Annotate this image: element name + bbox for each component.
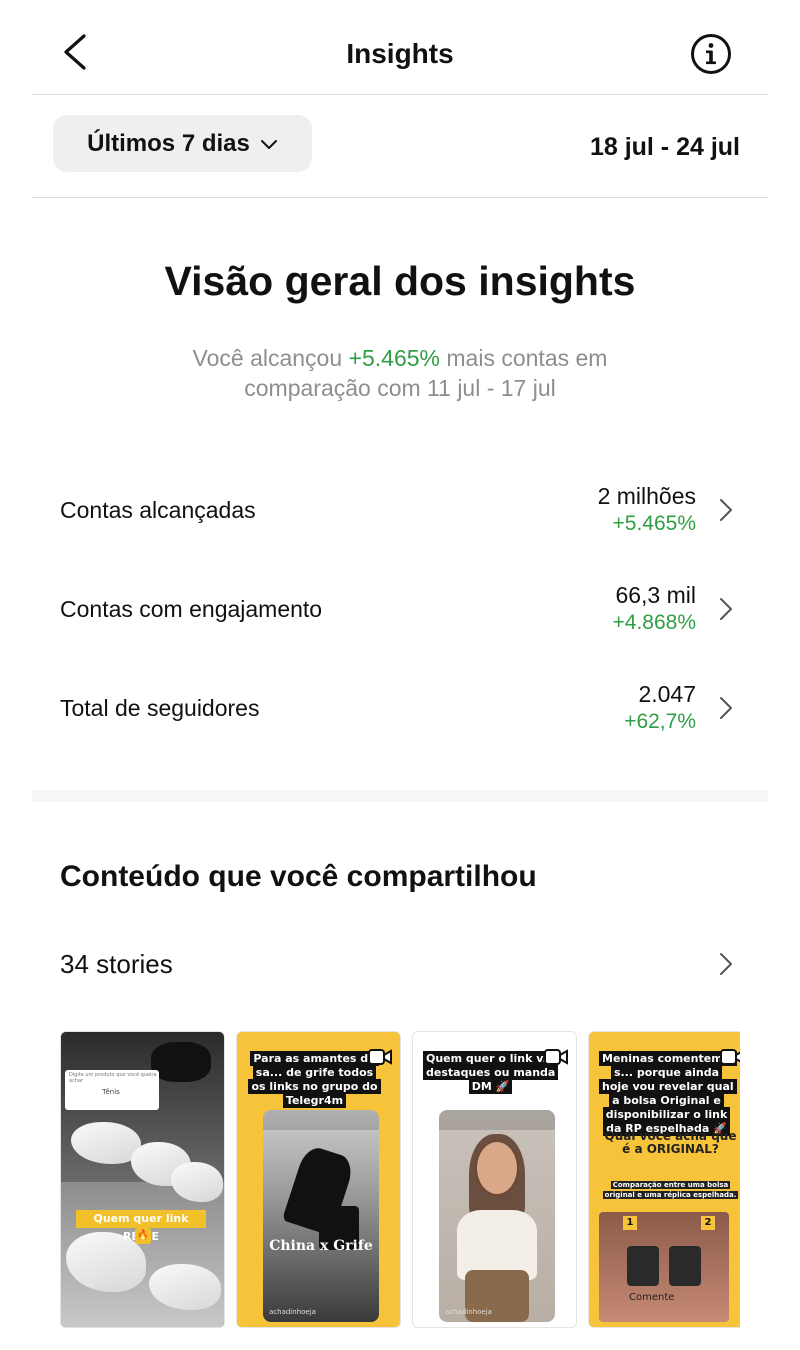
metric-label: Contas alcançadas xyxy=(60,497,256,523)
bag-shape xyxy=(669,1246,701,1286)
period-label: Últimos 7 dias xyxy=(87,129,250,157)
metric-value: 2.047 xyxy=(638,681,696,707)
metric-change: +4.868% xyxy=(612,611,697,634)
stories-row[interactable]: 34 stories xyxy=(60,943,740,987)
metric-row-accounts-engaged[interactable]: Contas com engajamento 66,3 mil +4.868% xyxy=(60,578,740,648)
subtitle-mid: mais contas em xyxy=(440,345,608,371)
story-caption: Quem quer o link v... destaques ou manda… xyxy=(423,1051,559,1094)
story-thumbnail[interactable]: Meninas comentem e s... porque ainda hoj… xyxy=(588,1031,740,1328)
chevron-right-icon xyxy=(720,598,732,620)
subtitle-line2: comparação com 11 jul - 17 jul xyxy=(244,375,556,401)
info-icon[interactable] xyxy=(690,33,732,75)
subtitle-prefix: Você alcançou xyxy=(192,345,349,371)
search-hint: Digite um produto que você queira achar xyxy=(69,1072,157,1084)
video-icon xyxy=(720,1049,740,1065)
story-photo: China x Grife achadinhoeja xyxy=(263,1110,379,1322)
comment-label: Comente xyxy=(629,1292,675,1303)
fire-emoji: 🔥 xyxy=(135,1228,151,1244)
metric-change: +62,7% xyxy=(624,710,696,733)
search-text: Tênis xyxy=(102,1088,120,1096)
story-thumbnail[interactable]: Digite um produto que você queira achar … xyxy=(60,1031,225,1328)
story-caption: Meninas comentem e s... porque ainda hoj… xyxy=(599,1051,737,1136)
overview-subtitle: Você alcançou +5.465% mais contas em com… xyxy=(0,343,800,403)
video-icon xyxy=(368,1049,392,1065)
chevron-right-icon xyxy=(720,697,732,719)
option-badge: 1 xyxy=(623,1216,637,1230)
story-caption: Para as amantes de sa... de grife todos … xyxy=(247,1051,382,1108)
chevron-down-icon xyxy=(260,139,277,149)
metric-value: 2 milhões xyxy=(597,483,696,509)
chevron-right-icon xyxy=(720,499,732,521)
filter-divider xyxy=(32,197,768,198)
phone-top-bar xyxy=(263,1110,379,1130)
metric-change: +5.465% xyxy=(612,512,697,535)
metric-label: Total de seguidores xyxy=(60,695,260,721)
video-icon xyxy=(544,1049,568,1065)
top-bar: Insights xyxy=(0,0,800,95)
story-thumbnail[interactable]: Para as amantes de sa... de grife todos … xyxy=(236,1031,401,1328)
metric-row-total-followers[interactable]: Total de seguidores 2.047 +62,7% xyxy=(60,677,740,747)
option-badge: 2 xyxy=(701,1216,715,1230)
metric-value: 66,3 mil xyxy=(615,582,696,608)
date-range: 18 jul - 24 jul xyxy=(589,133,740,161)
overview-title: Visão geral dos insights xyxy=(164,258,636,304)
quiz-title: Qual você acha que é a ORIGINAL? xyxy=(604,1129,737,1156)
metric-label: Contas com engajamento xyxy=(60,596,323,622)
story-caption: Quem quer link REAJE xyxy=(76,1210,206,1243)
overlay-text: China x Grife xyxy=(269,1238,373,1254)
subtitle-highlight: +5.465% xyxy=(348,345,440,371)
page-title: Insights xyxy=(346,38,454,69)
stories-count: 34 stories xyxy=(60,949,173,979)
story-thumbnails: Digite um produto que você queira achar … xyxy=(60,1031,740,1328)
section-separator xyxy=(32,790,768,802)
chevron-right-icon xyxy=(720,953,732,975)
handle-text: achadinhoeja xyxy=(269,1308,316,1316)
bag-shape xyxy=(627,1246,659,1286)
metric-row-accounts-reached[interactable]: Contas alcançadas 2 milhões +5.465% xyxy=(60,479,740,549)
quiz-subtitle: Comparação entre uma bolsa original e um… xyxy=(602,1181,739,1199)
period-dropdown[interactable]: Últimos 7 dias xyxy=(53,115,312,172)
phone-top-bar xyxy=(439,1110,555,1130)
content-section-title: Conteúdo que você compartilhou xyxy=(60,860,537,893)
handle-text: achadinhoeja xyxy=(445,1308,492,1316)
face-shape xyxy=(477,1142,517,1194)
story-thumbnail[interactable]: Quem quer o link v... destaques ou manda… xyxy=(412,1031,577,1328)
story-photo: achadinhoeja xyxy=(439,1110,555,1322)
header-divider xyxy=(32,94,768,95)
